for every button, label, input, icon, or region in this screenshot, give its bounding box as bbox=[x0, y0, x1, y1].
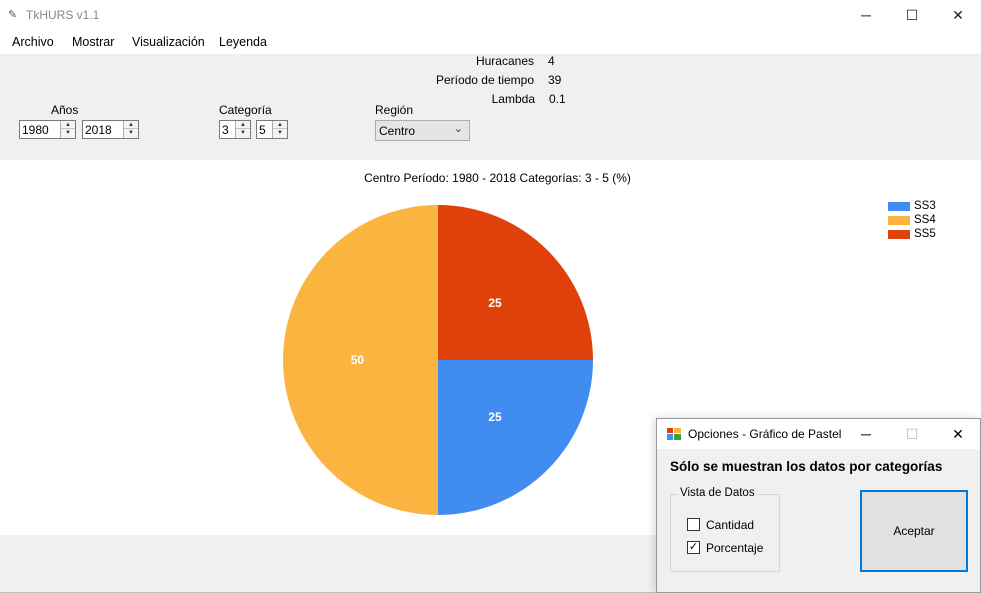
legend-swatch bbox=[888, 230, 910, 239]
legend-swatch bbox=[888, 216, 910, 225]
legend-swatch bbox=[888, 202, 910, 211]
lambda-value: 0.1 bbox=[549, 92, 566, 106]
spin-up-icon[interactable]: ▲ bbox=[236, 121, 250, 129]
maximize-button[interactable]: ☐ bbox=[889, 0, 935, 30]
minimize-button[interactable]: ─ bbox=[843, 0, 889, 30]
accept-button[interactable]: Aceptar bbox=[860, 490, 968, 572]
group-label: Vista de Datos bbox=[678, 487, 757, 499]
huracanes-label: Huracanes bbox=[475, 54, 534, 68]
menu-archivo[interactable]: Archivo bbox=[12, 35, 54, 49]
periodo-value: 39 bbox=[548, 73, 562, 87]
menu-visualizacion[interactable]: Visualización bbox=[132, 35, 205, 49]
dialog-heading: Sólo se muestran los datos por categoría… bbox=[670, 459, 943, 474]
region-select[interactable]: Centro ⌄ bbox=[375, 120, 470, 141]
window-title: TkHURS v1.1 bbox=[26, 8, 100, 22]
cat-from-value: 3 bbox=[222, 123, 229, 137]
checkbox-checked-icon[interactable]: ✓ bbox=[687, 541, 700, 554]
porcentaje-label: Porcentaje bbox=[706, 541, 764, 555]
legend-label: SS4 bbox=[914, 214, 936, 226]
spin-down-icon[interactable]: ▼ bbox=[273, 129, 287, 137]
data-view-group: Vista de Datos Cantidad ✓ Porcentaje bbox=[670, 487, 780, 572]
dialog-title: Opciones - Gráfico de Pastel bbox=[688, 427, 842, 441]
cat-to-spinner[interactable]: 5 ▲ ▼ bbox=[256, 120, 288, 139]
spin-up-icon[interactable]: ▲ bbox=[273, 121, 287, 129]
title-bar: ✎ TkHURS v1.1 ─ ☐ ✕ bbox=[0, 0, 981, 30]
pie-options-dialog: Opciones - Gráfico de Pastel ─ ☐ ✕ Sólo … bbox=[656, 418, 981, 593]
lambda-label: Lambda bbox=[491, 92, 535, 106]
pie-data-label: 50 bbox=[351, 353, 365, 367]
close-button[interactable]: ✕ bbox=[935, 0, 981, 30]
dialog-minimize-button[interactable]: ─ bbox=[843, 419, 889, 449]
dialog-app-icon bbox=[667, 428, 681, 440]
legend-label: SS5 bbox=[914, 228, 936, 240]
pie-slice-ss5 bbox=[438, 205, 593, 360]
pie-data-label: 25 bbox=[488, 410, 502, 424]
menu-mostrar[interactable]: Mostrar bbox=[72, 35, 114, 49]
categoria-label: Categoría bbox=[219, 103, 272, 117]
menu-leyenda[interactable]: Leyenda bbox=[219, 35, 267, 49]
spin-down-icon[interactable]: ▼ bbox=[61, 129, 75, 137]
checkbox-icon[interactable] bbox=[687, 518, 700, 531]
chevron-down-icon: ⌄ bbox=[453, 123, 463, 135]
cat-from-spinner[interactable]: 3 ▲ ▼ bbox=[219, 120, 251, 139]
year-to-spinner[interactable]: 2018 ▲ ▼ bbox=[82, 120, 139, 139]
year-from-value: 1980 bbox=[22, 123, 49, 137]
region-label: Región bbox=[375, 103, 414, 117]
pie-slice-ss3 bbox=[438, 360, 593, 515]
cat-to-value: 5 bbox=[259, 123, 266, 137]
spin-down-icon[interactable]: ▼ bbox=[236, 129, 250, 137]
periodo-label: Período de tiempo bbox=[435, 73, 534, 87]
dialog-close-button[interactable]: ✕ bbox=[935, 419, 981, 449]
cantidad-label: Cantidad bbox=[706, 518, 755, 532]
menu-bar: Archivo Mostrar Visualización Leyenda bbox=[0, 30, 981, 54]
legend-label: SS3 bbox=[914, 200, 936, 212]
region-value: Centro bbox=[379, 124, 416, 138]
app-icon: ✎ bbox=[8, 9, 18, 21]
spin-down-icon[interactable]: ▼ bbox=[124, 129, 138, 137]
pie-data-label: 25 bbox=[488, 296, 502, 310]
spin-up-icon[interactable]: ▲ bbox=[124, 121, 138, 129]
dialog-maximize-button: ☐ bbox=[905, 426, 919, 442]
dialog-title-bar: Opciones - Gráfico de Pastel ─ ☐ ✕ bbox=[657, 419, 980, 449]
controls-panel: Huracanes 4 Período de tiempo 39 Lambda … bbox=[0, 54, 981, 160]
spin-up-icon[interactable]: ▲ bbox=[61, 121, 75, 129]
anos-label: Años bbox=[51, 103, 79, 117]
year-from-spinner[interactable]: 1980 ▲ ▼ bbox=[19, 120, 76, 139]
huracanes-value: 4 bbox=[548, 54, 555, 68]
year-to-value: 2018 bbox=[85, 123, 112, 137]
